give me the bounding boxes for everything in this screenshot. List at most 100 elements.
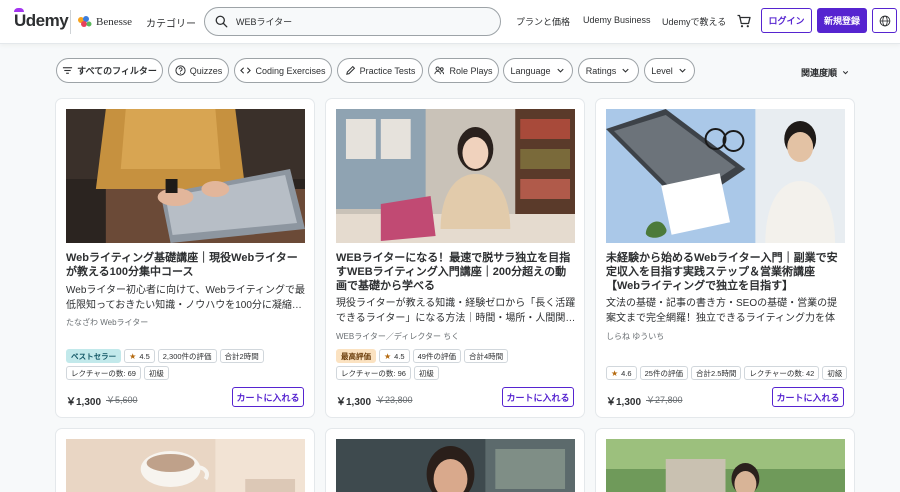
question-circle-icon <box>175 65 186 76</box>
course-price: ￥1,300 <box>606 397 642 408</box>
ratings-dropdown[interactable]: Ratings <box>578 58 639 83</box>
all-filters-label: すべてのフィルター <box>77 66 157 76</box>
smiling-woman-image <box>336 439 575 492</box>
reviews-count: 49件の評価 <box>412 349 461 363</box>
logo-divider <box>70 10 71 34</box>
course-title[interactable]: WEBライターになる！最速で脱サラ独立を目指すWEBライティング入門講座｜200… <box>336 251 576 293</box>
chevron-down-icon <box>622 68 629 73</box>
course-title[interactable]: Webライティング基礎講座｜現役Webライターが教える100分集中コース <box>66 251 306 279</box>
bestseller-badge: ベストセラー <box>66 349 122 363</box>
role-plays-chip[interactable]: Role Plays <box>428 58 499 83</box>
search-icon[interactable] <box>215 15 228 28</box>
course-badges: ★ 4.6 25件の評価 合計2.5時間 レクチャーの数: 42 初級 <box>606 366 851 380</box>
course-card[interactable] <box>595 428 855 492</box>
language-dropdown[interactable]: Language <box>503 58 573 83</box>
lecture-count: レクチャーの数: 96 <box>336 366 411 380</box>
all-filters-button[interactable]: すべてのフィルター <box>56 58 163 83</box>
course-card[interactable]: WEBライターになる！最速で脱サラ独立を目指すWEBライティング入門講座｜200… <box>325 98 585 418</box>
course-thumbnail[interactable] <box>606 109 845 243</box>
rating-badge: ★ 4.5 <box>124 349 155 363</box>
course-thumbnail[interactable] <box>606 439 845 492</box>
coding-exercises-chip[interactable]: Coding Exercises <box>234 58 332 83</box>
practice-tests-chip[interactable]: Practice Tests <box>337 58 423 83</box>
sort-dropdown[interactable]: 関連度順 <box>801 66 850 79</box>
code-icon <box>240 67 252 74</box>
people-icon <box>434 66 445 75</box>
course-title[interactable]: 未経験から始めるWebライター入門｜副業で安定収入を目指す実践ステップ＆営業術講… <box>606 251 846 293</box>
course-description: Webライター初心者に向けて、Webライティングで最低限知っておきたい知識・ノウ… <box>66 285 306 311</box>
course-instructor: WEBライター／ディレクター ちく <box>336 332 460 341</box>
ratings-label: Ratings <box>585 65 617 76</box>
desk-and-instructor-image <box>606 109 845 243</box>
level-dropdown[interactable]: Level <box>644 58 695 83</box>
course-card[interactable]: Webライティング基礎講座｜現役Webライターが教える100分集中コース Web… <box>55 98 315 418</box>
rating-value: 4.6 <box>621 368 632 378</box>
quizzes-label: Quizzes <box>189 65 223 76</box>
level-badge: 初級 <box>143 366 169 380</box>
add-to-cart-button[interactable]: カートに入れる <box>772 387 844 407</box>
man-outdoors-image <box>606 439 845 492</box>
course-description: 文法の基礎・記事の書き方・SEOの基礎・営業の提案文まで完全網羅！独立できるライ… <box>606 298 838 324</box>
reviews-count: 2,300件の評価 <box>157 349 217 363</box>
coding-exercises-label: Coding Exercises <box>255 65 326 76</box>
benesse-mark-icon <box>78 16 92 27</box>
nav-teach[interactable]: Udemyで教える <box>662 15 726 28</box>
rating-value: 4.5 <box>394 351 405 361</box>
benesse-logo[interactable]: Benesse <box>76 13 132 31</box>
add-to-cart-button[interactable]: カートに入れる <box>232 387 304 407</box>
course-price: ￥1,300 <box>66 397 102 408</box>
level-badge: 初級 <box>413 366 439 380</box>
course-card[interactable] <box>55 428 315 492</box>
chevron-down-icon <box>556 68 564 73</box>
language-label: Language <box>510 65 551 76</box>
course-card[interactable]: 未経験から始めるWebライター入門｜副業で安定収入を目指す実践ステップ＆営業術講… <box>595 98 855 418</box>
reviews-count: 25件の評価 <box>639 366 688 380</box>
total-hours: 合計2時間 <box>219 349 264 363</box>
course-thumbnail[interactable] <box>66 109 305 243</box>
total-hours: 合計4時間 <box>463 349 509 363</box>
course-card[interactable] <box>325 428 585 492</box>
laptop-writer-image <box>66 109 305 243</box>
lecture-count: レクチャーの数: 69 <box>66 366 141 380</box>
course-instructor: しらね ゆういち <box>606 332 665 341</box>
rating-badge: ★ 4.5 <box>379 349 410 363</box>
course-thumbnail[interactable] <box>336 439 575 492</box>
course-badges: ベストセラー ★ 4.5 2,300件の評価 合計2時間 レクチャーの数: 69 … <box>66 349 311 380</box>
practice-tests-label: Practice Tests <box>359 65 416 76</box>
add-to-cart-button[interactable]: カートに入れる <box>502 387 574 407</box>
role-plays-label: Role Plays <box>449 65 493 76</box>
cart-icon[interactable] <box>736 13 752 29</box>
chevron-down-icon <box>842 71 849 75</box>
lecture-count: レクチャーの数: 42 <box>744 366 820 380</box>
signup-button[interactable]: 新規登録 <box>817 8 867 33</box>
filter-icon <box>62 67 73 74</box>
level-badge: 初級 <box>822 366 848 380</box>
globe-icon <box>879 15 890 26</box>
course-original-price: ￥23,800 <box>376 395 413 405</box>
course-thumbnail[interactable] <box>336 109 575 243</box>
login-button[interactable]: ログイン <box>761 8 812 33</box>
language-button[interactable] <box>872 8 897 33</box>
course-original-price: ￥5,600 <box>106 395 138 405</box>
course-badges: 最高評価 ★ 4.5 49件の評価 合計4時間 レクチャーの数: 96 初級 <box>336 349 581 380</box>
level-label: Level <box>651 65 673 76</box>
nav-pricing[interactable]: プランと価格 <box>516 15 570 28</box>
pencil-icon <box>345 65 355 75</box>
category-menu[interactable]: カテゴリー <box>146 15 196 30</box>
course-thumbnail[interactable] <box>66 439 305 492</box>
search-bar[interactable] <box>204 7 501 36</box>
search-input[interactable] <box>236 16 476 27</box>
star-icon: ★ <box>129 351 137 361</box>
chevron-down-icon <box>679 68 686 73</box>
star-icon: ★ <box>384 351 392 361</box>
rating-badge: ★ 4.6 <box>606 366 637 380</box>
udemy-logo[interactable]: Udemy <box>14 8 69 31</box>
highest-rated-badge: 最高評価 <box>336 349 376 363</box>
sort-label: 関連度順 <box>801 68 838 78</box>
nav-udemy-business[interactable]: Udemy Business <box>583 15 651 25</box>
rating-value: 4.5 <box>139 351 150 361</box>
woman-laptop-image <box>336 109 575 243</box>
top-header: Udemy Benesse カテゴリー プランと価格 Udemy Busines… <box>0 0 900 44</box>
course-price: ￥1,300 <box>336 397 372 408</box>
quizzes-chip[interactable]: Quizzes <box>168 58 229 83</box>
